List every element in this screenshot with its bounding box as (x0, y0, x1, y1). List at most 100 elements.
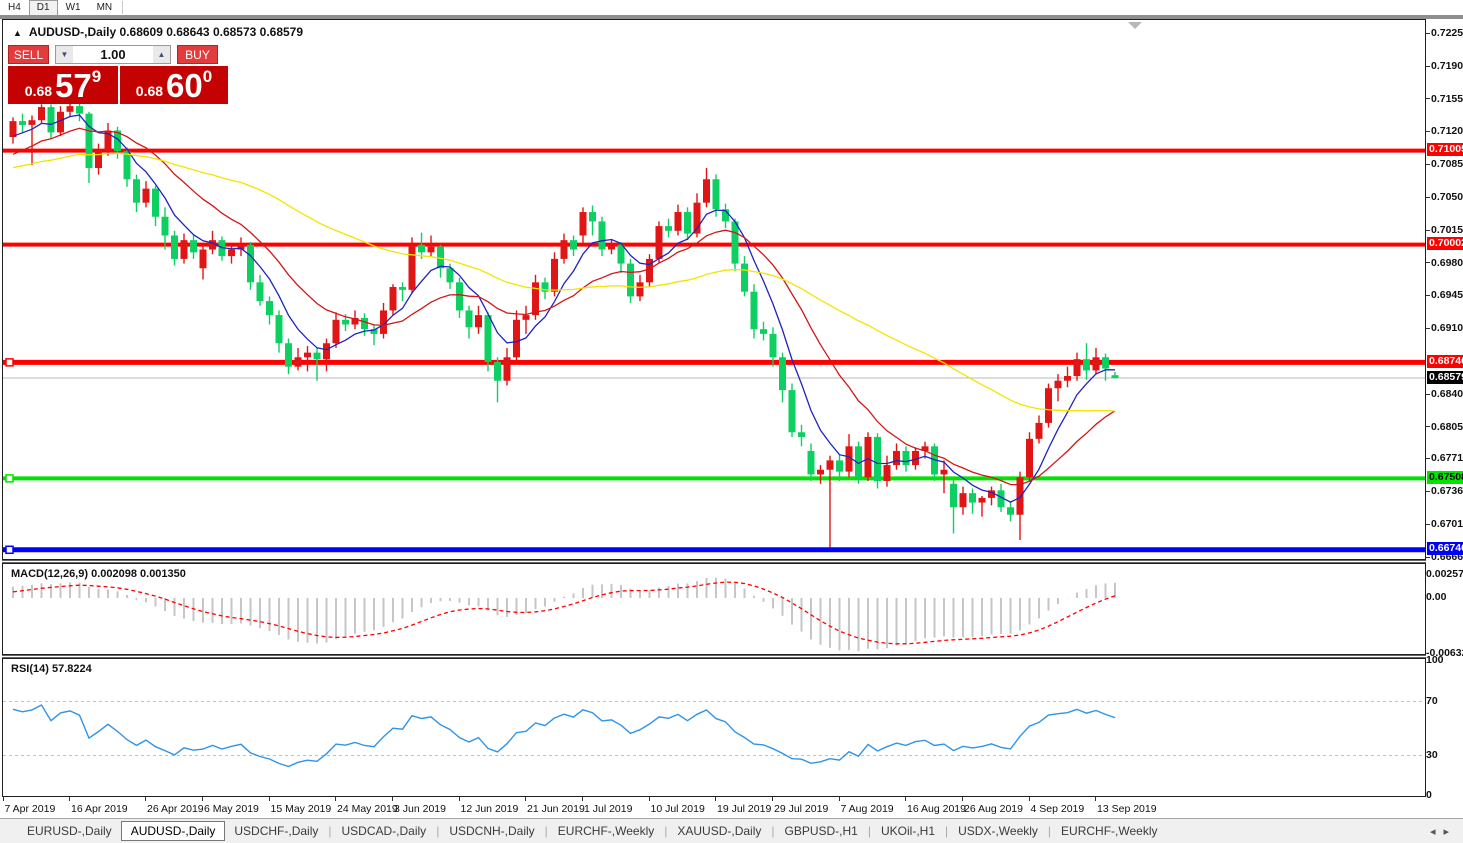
date-tick (525, 797, 526, 801)
volume-input[interactable] (73, 46, 153, 63)
date-label: 21 Jun 2019 (527, 803, 585, 815)
price-tick-label: 0.69800 (1426, 257, 1463, 269)
timeframe-toolbar: H4 D1 W1 MN (0, 0, 1463, 16)
buy-button[interactable]: BUY (177, 45, 218, 64)
tab-eurchf-weekly[interactable]: EURCHF-,Weekly (549, 822, 663, 840)
date-label: 19 Jul 2019 (717, 803, 772, 815)
tab-gbpusd-h1[interactable]: GBPUSD-,H1 (776, 822, 867, 840)
date-label: 1 Jul 2019 (584, 803, 633, 815)
rsi-panel[interactable]: RSI(14) 57.8224 (2, 658, 1426, 797)
ask-price-panel[interactable]: 0.68 60 0 (120, 66, 228, 104)
date-tick (69, 797, 70, 801)
rsi-scale-label: 100 (1426, 654, 1444, 666)
tab-scroll-left-icon[interactable]: ◂ (1430, 826, 1444, 838)
sell-button[interactable]: SELL (8, 45, 49, 64)
macd-panel[interactable]: MACD(12,26,9) 0.002098 0.001350 (2, 563, 1426, 655)
macd-chart (12, 577, 1116, 652)
date-label: 29 Jul 2019 (774, 803, 829, 815)
price-axis[interactable]: 0.72250 0.71900 0.71550 0.71200 0.70850 0.705… (1426, 19, 1463, 818)
tab-eurchf-weekly[interactable]: EURCHF-,Weekly (1052, 822, 1166, 840)
horizontal-line-0.66746[interactable] (3, 545, 1425, 555)
tab-separator: | (1047, 824, 1052, 838)
price-tick-label: 0.71550 (1426, 93, 1463, 105)
tab-separator: | (945, 824, 949, 838)
tab-scroll-arrows: ◂▸ (1430, 825, 1457, 838)
tab-xauusd-daily[interactable]: XAUUSD-,Daily (668, 822, 770, 840)
date-label: 26 Aug 2019 (964, 803, 1023, 815)
price-tick-label: 0.68400 (1426, 388, 1463, 400)
date-label: 16 Apr 2019 (71, 803, 128, 815)
ask-price-big: 60 (166, 67, 203, 104)
collapse-triangle-icon[interactable]: ▲ (13, 28, 22, 38)
date-label: 10 Jul 2019 (650, 803, 705, 815)
timeframe-button-h4[interactable]: H4 (0, 0, 29, 16)
date-label: 7 Aug 2019 (840, 803, 894, 815)
date-tick (962, 797, 963, 801)
price-tick-label: 0.70850 (1426, 158, 1463, 170)
rsi-label: RSI(14) 57.8224 (11, 663, 92, 675)
date-label: 26 Apr 2019 (147, 803, 204, 815)
date-label: 12 Jun 2019 (460, 803, 519, 815)
ask-price-prefix: 0.68 (135, 83, 164, 99)
date-label: 4 Sep 2019 (1030, 803, 1085, 815)
rsi-scale-label: 30 (1426, 748, 1438, 761)
price-level-label: 0.66746 (1427, 542, 1463, 556)
chart-ohlc-values: 0.68609 0.68643 0.68573 0.68579 (119, 25, 304, 39)
tab-usdchf-daily[interactable]: USDCHF-,Daily (225, 822, 327, 840)
timeframe-button-w1[interactable]: W1 (58, 0, 89, 16)
date-tick (458, 797, 460, 801)
volume-increase-icon[interactable]: ▲ (153, 46, 170, 63)
tab-separator: | (867, 824, 871, 838)
line-drag-handle[interactable] (5, 358, 14, 367)
toolbar-separator (122, 1, 124, 14)
chart-shift-marker-icon[interactable] (1128, 22, 1142, 29)
rsi-chart (3, 701, 1425, 768)
line-drag-handle[interactable] (5, 474, 14, 483)
date-tick (392, 797, 393, 801)
date-tick (715, 797, 716, 801)
ma-line-20 (12, 127, 1116, 486)
volume-decrease-icon[interactable]: ▼ (56, 46, 73, 63)
timeframe-button-mn[interactable]: MN (89, 0, 121, 16)
timeframe-button-d1[interactable]: D1 (28, 0, 58, 16)
one-click-trade-panel: SELL ▼ ▲ BUY 0.68 57 9 0.68 60 0 (8, 45, 228, 104)
chart-tabs: EURUSD-,Daily AUDUSD-,Daily USDCHF-,Daily |… (18, 821, 1167, 841)
date-tick (648, 797, 650, 801)
date-tick (145, 797, 146, 801)
date-axis: 7 Apr 2019 16 Apr 2019 26 Apr 2019 6 May 20… (2, 797, 1426, 818)
tab-usdx-weekly[interactable]: USDX-,Weekly (949, 822, 1047, 840)
bid-price-prefix: 0.68 (24, 83, 53, 99)
tab-usdcad-daily[interactable]: USDCAD-,Daily (333, 822, 436, 840)
tab-ukoil-h1[interactable]: UKOil-,H1 (872, 822, 944, 840)
price-tick-label: 0.71900 (1426, 60, 1463, 72)
price-tick-label: 0.67010 (1426, 518, 1463, 530)
date-label: 3 Jun 2019 (394, 803, 446, 815)
tab-separator: | (436, 824, 440, 838)
tab-eurusd-daily[interactable]: EURUSD-,Daily (18, 822, 121, 840)
price-level-label: 0.70002 (1427, 237, 1463, 251)
date-tick (1095, 797, 1096, 801)
rsi-scale-label: 70 (1426, 694, 1438, 707)
date-label: 24 May 2019 (337, 803, 398, 815)
price-tick-label: 0.71200 (1426, 125, 1463, 137)
tab-usdcnh-daily[interactable]: USDCNH-,Daily (440, 822, 543, 840)
horizontal-line-0.67508[interactable] (3, 474, 1425, 483)
bid-price-pip: 9 (91, 67, 102, 86)
price-tick-label: 0.67360 (1426, 485, 1463, 497)
date-tick (1028, 797, 1030, 801)
date-tick (335, 797, 336, 801)
price-level-label: 0.68746 (1427, 354, 1463, 368)
horizontal-line-0.68746[interactable] (3, 358, 1425, 367)
price-tick-label: 0.67710 (1426, 452, 1463, 464)
price-tick-label: 0.70150 (1426, 224, 1463, 236)
line-drag-handle[interactable] (5, 545, 14, 555)
date-label: 7 Apr 2019 (4, 803, 56, 815)
macd-scale-label: 0.002574 (1426, 568, 1463, 581)
main-chart-panel[interactable]: ▲ AUDUSD-,Daily 0.68609 0.68643 0.68573 … (2, 19, 1426, 560)
date-tick (268, 797, 270, 801)
bid-price-panel[interactable]: 0.68 57 9 (8, 66, 118, 104)
volume-stepper: ▼ ▲ (55, 45, 171, 64)
date-tick (582, 797, 583, 801)
tab-audusd-daily[interactable]: AUDUSD-,Daily (120, 821, 226, 841)
tab-scroll-right-icon[interactable]: ▸ (1443, 826, 1457, 838)
